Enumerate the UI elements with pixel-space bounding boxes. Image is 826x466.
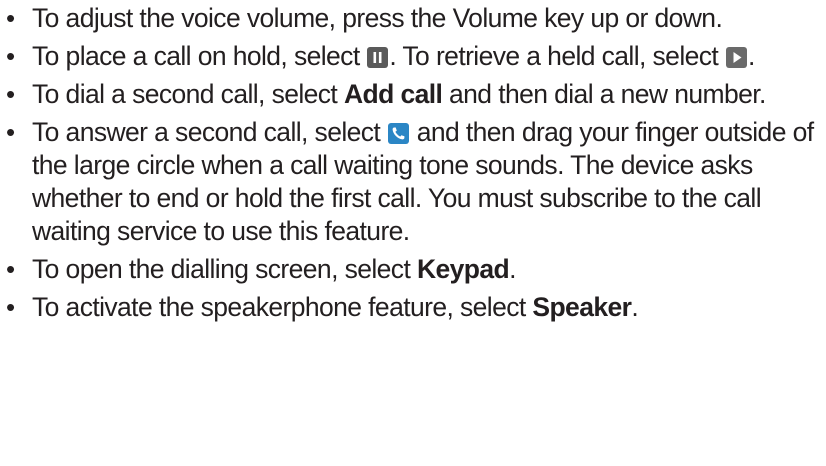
item-text: To adjust the voice volume, press the Vo… [32, 3, 723, 33]
item-text-before: To open the dialling screen, select [32, 254, 417, 284]
add-call-label: Add call [343, 79, 443, 109]
item-text-before: To place a call on hold, select [32, 41, 367, 71]
bullet-marker: • [6, 41, 15, 71]
bullet-marker: • [6, 292, 15, 322]
phone-answer-icon [387, 123, 409, 144]
item-text-before: To activate the speakerphone feature, se… [32, 292, 533, 322]
item-text-after: . [509, 254, 516, 284]
item-text-before: To dial a second call, select [32, 79, 344, 109]
pause-icon [367, 47, 389, 68]
bullet-marker: • [6, 79, 15, 109]
bullet-marker: • [6, 3, 15, 33]
item-text-after: . [631, 292, 639, 322]
instruction-list: • To adjust the voice volume, press the … [4, 2, 826, 324]
list-item-speakerphone: • To activate the speakerphone feature, … [4, 291, 826, 324]
item-text-middle: . To retrieve a held call, select [389, 41, 725, 71]
bullet-marker: • [6, 117, 15, 147]
item-text-before: To answer a second call, select [32, 117, 387, 147]
item-text-after: and then dial a new number. [442, 79, 766, 109]
list-item-adjust-volume: • To adjust the voice volume, press the … [4, 2, 826, 35]
list-item-open-dialling: • To open the dialling screen, select Ke… [4, 253, 826, 286]
document-page: • To adjust the voice volume, press the … [0, 0, 826, 466]
list-item-second-call: • To dial a second call, select Add call… [4, 78, 826, 111]
item-text-after: . [747, 41, 755, 71]
keypad-label: Keypad [416, 254, 510, 284]
play-icon [725, 47, 747, 68]
speaker-label: Speaker [532, 292, 632, 322]
list-item-answer-second-call: • To answer a second call, select and th… [4, 116, 826, 248]
list-item-hold-call: • To place a call on hold, select . To r… [4, 40, 826, 73]
bullet-marker: • [6, 254, 15, 284]
